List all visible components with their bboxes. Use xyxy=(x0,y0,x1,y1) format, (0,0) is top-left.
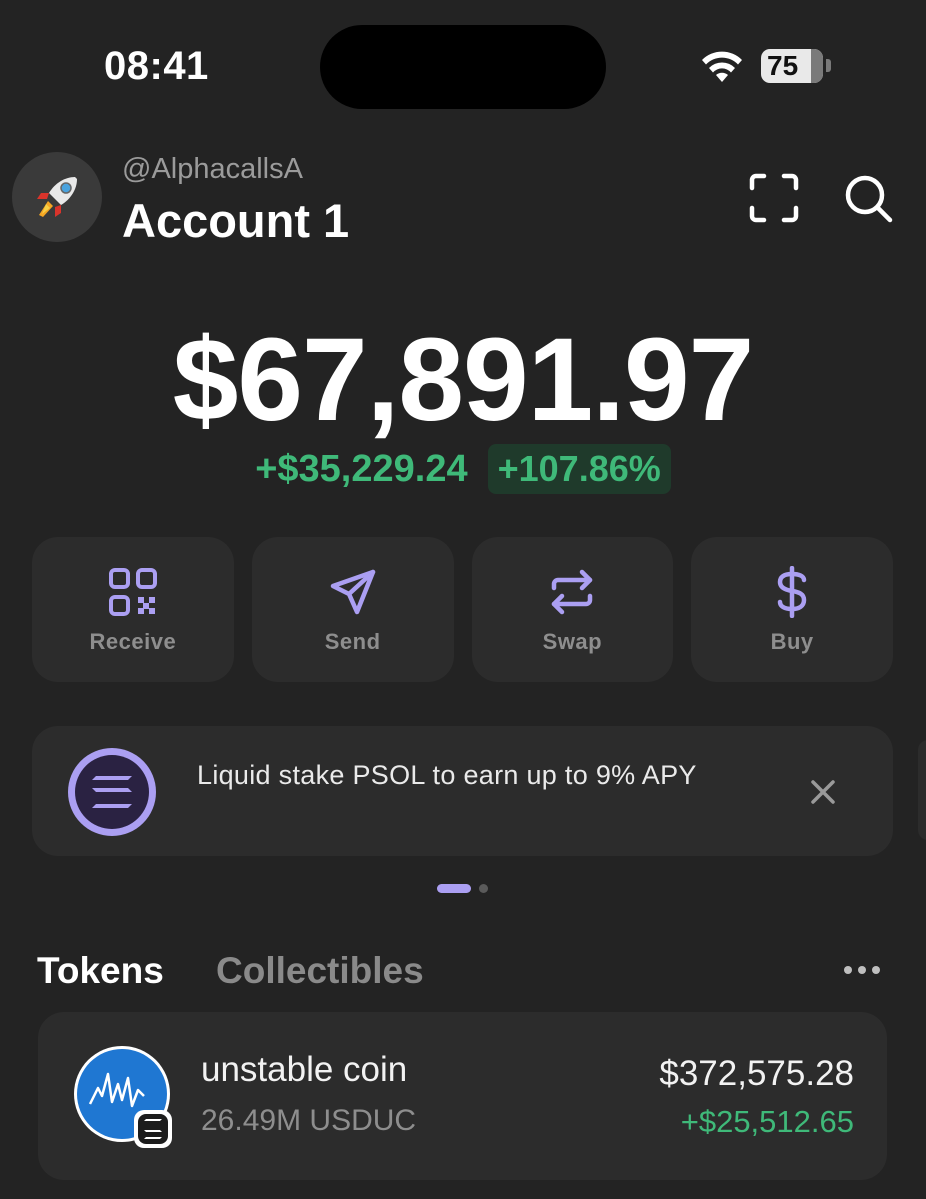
total-balance: $67,891.97 xyxy=(172,314,755,446)
send-button[interactable]: Send xyxy=(251,537,454,682)
send-icon xyxy=(330,569,375,614)
swap-icon xyxy=(552,569,593,614)
dollar-icon xyxy=(777,565,807,618)
battery-level: 75 xyxy=(767,50,799,81)
token-name: unstable coin xyxy=(201,1050,408,1089)
tab-collectibles[interactable]: Collectibles xyxy=(216,950,424,992)
avatar[interactable] xyxy=(12,152,102,242)
swap-label: Swap xyxy=(542,628,603,654)
tab-tokens[interactable]: Tokens xyxy=(37,950,164,992)
token-value: $372,575.28 xyxy=(659,1054,854,1093)
next-banner-peek[interactable] xyxy=(918,740,926,840)
change-percent-badge: +107.86% xyxy=(487,444,671,494)
page-dot-active xyxy=(437,884,471,893)
unstable-coin-logo xyxy=(74,1046,172,1148)
battery-nub xyxy=(826,59,831,72)
swap-button[interactable]: Swap xyxy=(471,537,674,682)
search-icon[interactable] xyxy=(842,172,894,224)
buy-label: Buy xyxy=(770,628,814,654)
qr-code-icon xyxy=(108,567,157,616)
buy-button[interactable]: Buy xyxy=(691,537,893,682)
more-options-icon[interactable] xyxy=(844,962,890,978)
banner-page-indicator xyxy=(437,884,488,893)
wifi-icon xyxy=(702,51,742,82)
account-name[interactable]: Account 1 xyxy=(122,193,349,248)
action-buttons: Receive Send Swap Buy xyxy=(32,537,893,682)
banner-text: Liquid stake PSOL to earn up to 9% APY xyxy=(197,760,697,790)
battery-icon: 75 xyxy=(761,49,823,83)
dynamic-island xyxy=(320,25,606,109)
solana-icon xyxy=(68,748,156,836)
account-handle[interactable]: @AlphacallsA xyxy=(122,153,303,186)
balance-change: +$35,229.24 +107.86% xyxy=(0,444,926,494)
token-amount: 26.49M USDUC xyxy=(201,1104,417,1137)
receive-button[interactable]: Receive xyxy=(32,537,234,682)
close-icon[interactable] xyxy=(806,775,840,809)
receive-label: Receive xyxy=(89,628,177,654)
status-time: 08:41 xyxy=(104,44,209,88)
send-label: Send xyxy=(324,628,381,654)
rocket-icon xyxy=(37,177,77,217)
scan-icon[interactable] xyxy=(748,172,800,224)
page-dot xyxy=(479,884,488,893)
token-change: +$25,512.65 xyxy=(680,1104,854,1139)
change-amount: +$35,229.24 xyxy=(255,447,468,490)
